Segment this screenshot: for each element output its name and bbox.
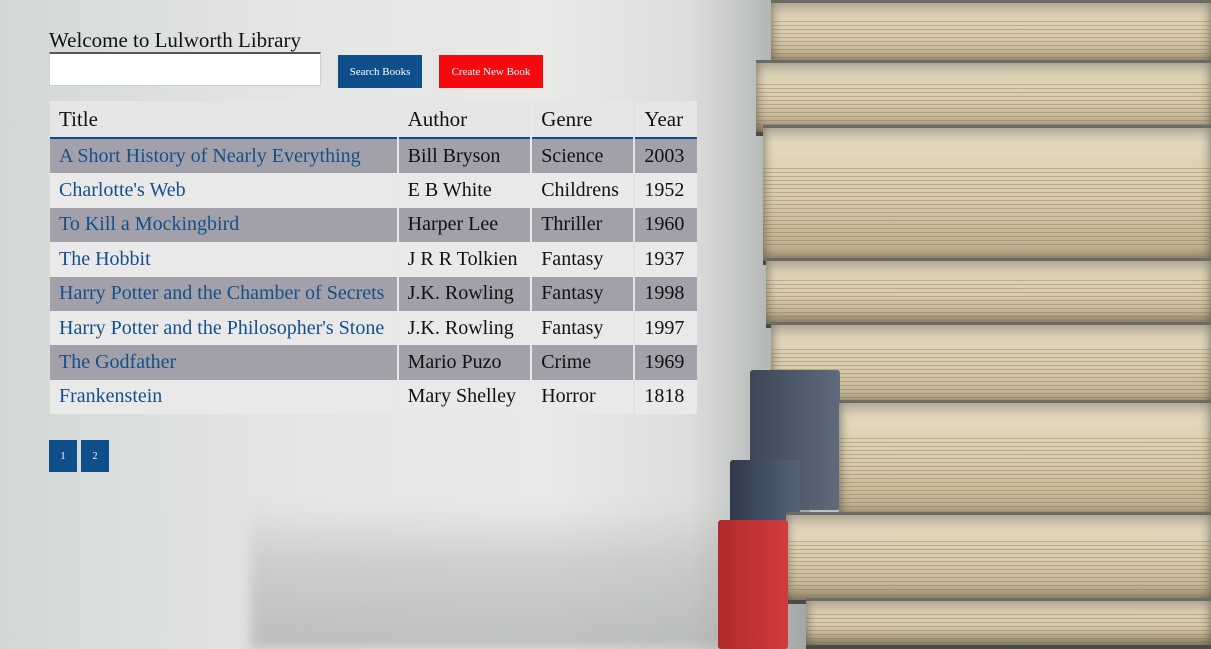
book-author: Mario Puzo: [398, 345, 531, 380]
book-genre: Fantasy: [532, 242, 634, 277]
table-row: The Godfather Mario Puzo Crime 1969: [50, 345, 697, 380]
book-author: J R R Tolkien: [398, 242, 531, 277]
book-year: 1969: [635, 345, 697, 380]
table-header-row: Title Author Genre Year: [50, 101, 697, 139]
table-row: Charlotte's Web E B White Childrens 1952: [50, 173, 697, 208]
book-year: 1818: [635, 379, 697, 415]
book-title-link[interactable]: Harry Potter and the Chamber of Secrets: [59, 282, 384, 304]
column-header-genre: Genre: [532, 101, 634, 139]
book-genre: Horror: [532, 379, 634, 415]
book-author: Bill Bryson: [398, 139, 531, 174]
table-row: Harry Potter and the Chamber of Secrets …: [50, 276, 697, 311]
book-genre: Fantasy: [532, 310, 634, 346]
book-year: 1998: [635, 276, 697, 311]
book-year: 1937: [635, 242, 697, 277]
column-header-year: Year: [635, 101, 697, 139]
book-year: 2003: [635, 139, 697, 174]
books-table: Title Author Genre Year A Short History …: [48, 101, 699, 415]
pagination: 1 2: [49, 440, 109, 472]
library-page: Welcome to Lulworth Library Search Books…: [0, 0, 1211, 649]
book-year: 1960: [635, 207, 697, 243]
table-row: Frankenstein Mary Shelley Horror 1818: [50, 379, 697, 415]
search-input[interactable]: [49, 52, 321, 86]
book-title-link[interactable]: A Short History of Nearly Everything: [59, 145, 361, 167]
book-author: J.K. Rowling: [398, 276, 531, 311]
book-author: E B White: [398, 173, 531, 208]
book-title-link[interactable]: The Hobbit: [59, 248, 151, 270]
book-title-link[interactable]: Charlotte's Web: [59, 179, 186, 201]
book-genre: Crime: [532, 345, 634, 380]
book-genre: Science: [532, 139, 634, 174]
create-new-book-button[interactable]: Create New Book: [439, 55, 543, 88]
book-genre: Fantasy: [532, 276, 634, 311]
column-header-title: Title: [50, 101, 397, 139]
table-row: To Kill a Mockingbird Harper Lee Thrille…: [50, 207, 697, 243]
book-title-link[interactable]: Harry Potter and the Philosopher's Stone: [59, 317, 384, 339]
book-author: Harper Lee: [398, 207, 531, 243]
book-author: Mary Shelley: [398, 379, 531, 415]
table-row: The Hobbit J R R Tolkien Fantasy 1937: [50, 242, 697, 277]
book-genre: Childrens: [532, 173, 634, 208]
column-header-author: Author: [398, 101, 531, 139]
book-title-link[interactable]: Frankenstein: [59, 385, 162, 407]
book-author: J.K. Rowling: [398, 310, 531, 346]
search-books-button[interactable]: Search Books: [338, 55, 422, 88]
table-row: Harry Potter and the Philosopher's Stone…: [50, 310, 697, 346]
table-row: A Short History of Nearly Everything Bil…: [50, 139, 697, 174]
page-button-2[interactable]: 2: [81, 440, 109, 472]
book-year: 1952: [635, 173, 697, 208]
book-genre: Thriller: [532, 207, 634, 243]
book-title-link[interactable]: To Kill a Mockingbird: [59, 213, 239, 235]
page-button-1[interactable]: 1: [49, 440, 77, 472]
welcome-heading: Welcome to Lulworth Library: [49, 28, 301, 52]
book-year: 1997: [635, 310, 697, 346]
book-title-link[interactable]: The Godfather: [59, 351, 176, 373]
